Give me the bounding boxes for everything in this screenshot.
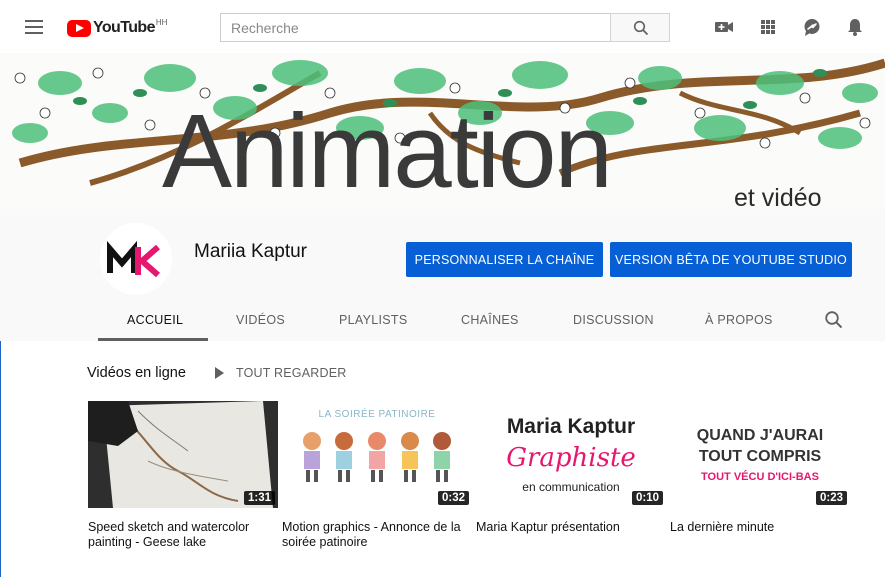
thumbnail-name: Maria Kaptur	[506, 415, 636, 438]
video-duration: 0:23	[815, 491, 847, 505]
play-all-label: TOUT REGARDER	[236, 366, 347, 380]
thumbnail-line-2: TOUT COMPRIS	[698, 448, 822, 465]
search-bar	[220, 13, 670, 42]
tab-channels[interactable]: CHAÎNES	[461, 313, 519, 327]
search-icon	[633, 20, 649, 36]
thumbnail-line-3: TOUT VÉCU D'ICI-BAS	[701, 471, 819, 483]
apps-grid-icon[interactable]	[757, 16, 779, 38]
video-thumbnail[interactable]: QUAND J'AURAI TOUT COMPRIS TOUT VÉCU D'I…	[670, 401, 860, 508]
menu-icon[interactable]	[22, 17, 46, 39]
youtube-play-logo-icon	[67, 19, 91, 37]
tab-about[interactable]: À PROPOS	[705, 313, 773, 327]
tab-videos[interactable]: VIDÉOS	[236, 313, 285, 327]
youtube-logo[interactable]: YouTube HH	[67, 17, 167, 39]
thumbnail-line-1: QUAND J'AURAI	[696, 427, 824, 444]
customize-channel-button[interactable]: PERSONNALISER LA CHAÎNE	[406, 242, 603, 277]
channel-search-icon[interactable]	[824, 310, 844, 330]
video-thumbnail[interactable]: LA SOIRÉE PATINOIRE 0:32	[282, 401, 472, 508]
active-tab-indicator	[98, 338, 208, 341]
tab-playlists[interactable]: PLAYLISTS	[339, 313, 407, 327]
channel-avatar[interactable]	[100, 223, 172, 295]
search-button[interactable]	[610, 13, 670, 42]
thumbnail-role: Graphiste	[506, 443, 636, 473]
video-title[interactable]: Speed sketch and watercolor painting - G…	[88, 520, 268, 550]
logo-region-code: HH	[155, 18, 168, 27]
video-duration: 0:32	[437, 491, 469, 505]
channel-name: Mariia Kaptur	[194, 241, 307, 262]
section-title: Vidéos en ligne	[87, 365, 186, 381]
mk-logo-icon	[107, 240, 160, 278]
banner-subtitle: et vidéo	[734, 184, 822, 209]
notifications-bell-icon[interactable]	[844, 16, 866, 38]
channel-header: Mariia Kaptur PERSONNALISER LA CHAÎNE VE…	[0, 209, 885, 341]
top-bar: YouTube HH	[0, 0, 885, 56]
video-duration: 0:10	[631, 491, 663, 505]
video-title[interactable]: Maria Kaptur présentation	[476, 520, 656, 535]
video-thumbnail[interactable]: Maria Kaptur Graphiste en communication …	[476, 401, 666, 508]
messages-icon[interactable]	[801, 16, 823, 38]
video-title[interactable]: La dernière minute	[670, 520, 850, 535]
channel-banner: Animation et vidéo	[0, 53, 885, 209]
tab-home[interactable]: ACCUEIL	[127, 313, 183, 327]
logo-text: YouTube	[93, 19, 155, 36]
tab-discussion[interactable]: DISCUSSION	[573, 313, 654, 327]
video-thumbnail[interactable]: 1:31	[88, 401, 278, 508]
studio-beta-button[interactable]: VERSION BÊTA DE YOUTUBE STUDIO	[610, 242, 852, 277]
play-all-button[interactable]: TOUT REGARDER	[213, 366, 347, 380]
channel-tabs: ACCUEIL VIDÉOS PLAYLISTS CHAÎNES DISCUSS…	[0, 304, 885, 341]
search-input[interactable]	[220, 13, 610, 42]
video-duration: 1:31	[243, 491, 275, 505]
video-title[interactable]: Motion graphics - Annonce de la soirée p…	[282, 520, 462, 550]
play-icon	[215, 367, 224, 379]
banner-title: Animation	[162, 93, 613, 209]
create-video-icon[interactable]	[713, 16, 735, 38]
